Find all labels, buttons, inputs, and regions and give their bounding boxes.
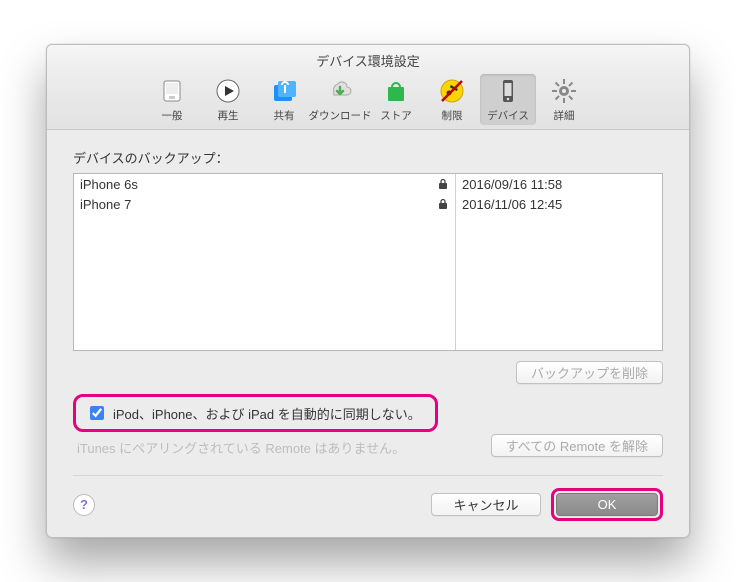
- disable-auto-sync-label: iPod、iPhone、および iPad を自動的に同期しない。: [113, 404, 421, 423]
- backups-list[interactable]: iPhone 6s iPhone 7 2016/09/16 11:58 2016…: [73, 173, 663, 351]
- remote-pair-status: iTunes にペアリングされている Remote はありません。: [77, 438, 491, 457]
- tab-advanced[interactable]: 詳細: [536, 74, 592, 125]
- help-button[interactable]: ?: [73, 494, 95, 516]
- tab-store[interactable]: ストア: [368, 74, 424, 125]
- highlight-annotation: OK: [551, 488, 663, 521]
- table-row[interactable]: iPhone 6s: [74, 174, 455, 194]
- tab-label: 制限: [442, 108, 463, 123]
- backup-date: 2016/09/16 11:58: [456, 174, 662, 194]
- tab-general[interactable]: 一般: [144, 74, 200, 125]
- restrictions-icon: [437, 76, 467, 106]
- tab-playback[interactable]: 再生: [200, 74, 256, 125]
- tab-devices[interactable]: デバイス: [480, 74, 536, 125]
- play-icon: [213, 76, 243, 106]
- highlight-annotation: iPod、iPhone、および iPad を自動的に同期しない。: [73, 394, 438, 432]
- backup-name: iPhone 6s: [80, 177, 437, 192]
- tab-label: 詳細: [554, 108, 575, 123]
- backups-label: デバイスのバックアップ：: [73, 148, 663, 167]
- device-icon: [493, 76, 523, 106]
- ok-button[interactable]: OK: [556, 493, 658, 516]
- preferences-toolbar: 一般 再生 共有 ダウンロード: [47, 74, 689, 130]
- unpair-remotes-button[interactable]: すべての Remote を解除: [491, 434, 663, 457]
- delete-backup-button[interactable]: バックアップを削除: [516, 361, 663, 384]
- tab-label: 一般: [162, 108, 183, 123]
- backup-date: 2016/11/06 12:45: [456, 194, 662, 214]
- table-row[interactable]: iPhone 7: [74, 194, 455, 214]
- disable-auto-sync-checkbox[interactable]: [90, 406, 104, 420]
- preferences-window: デバイス環境設定 一般 再生 共有: [46, 44, 690, 538]
- store-icon: [381, 76, 411, 106]
- tab-label: ストア: [380, 108, 412, 123]
- tab-label: 共有: [274, 108, 295, 123]
- download-icon: [325, 76, 355, 106]
- lock-icon: [437, 198, 449, 210]
- backup-name: iPhone 7: [80, 197, 437, 212]
- tab-downloads[interactable]: ダウンロード: [312, 74, 368, 125]
- tab-restrictions[interactable]: 制限: [424, 74, 480, 125]
- tab-sharing[interactable]: 共有: [256, 74, 312, 125]
- tab-label: ダウンロード: [309, 108, 372, 123]
- lock-icon: [437, 178, 449, 190]
- cancel-button[interactable]: キャンセル: [431, 493, 541, 516]
- window-title: デバイス環境設定: [47, 45, 689, 74]
- general-icon: [157, 76, 187, 106]
- tab-label: デバイス: [487, 108, 529, 123]
- sharing-icon: [269, 76, 299, 106]
- tab-label: 再生: [218, 108, 239, 123]
- gear-icon: [549, 76, 579, 106]
